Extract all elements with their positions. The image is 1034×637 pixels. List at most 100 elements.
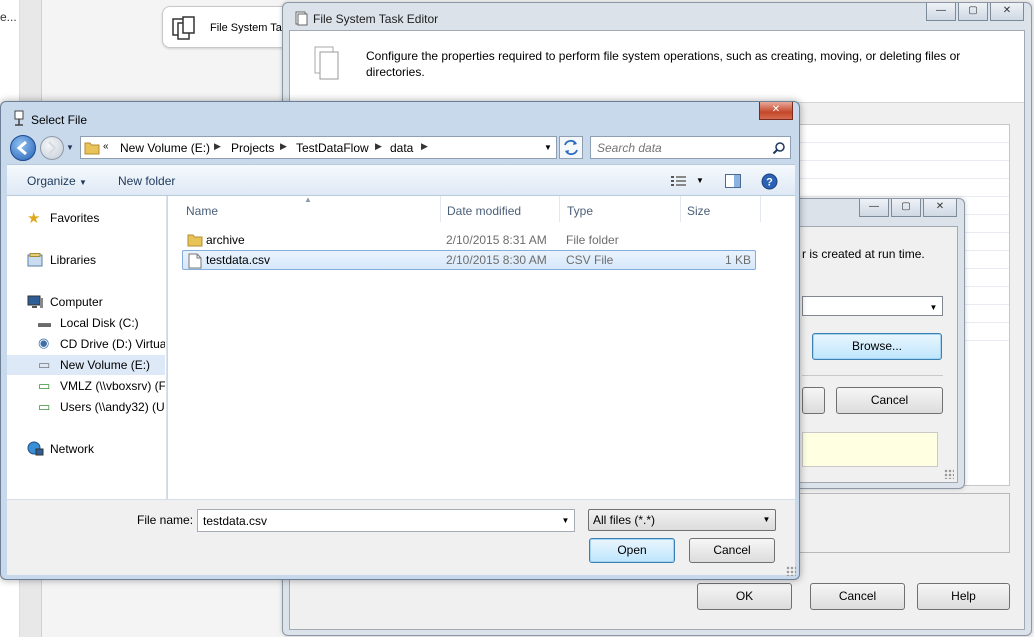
breadcrumb-chevron-icon[interactable]: ▶ — [421, 141, 428, 152]
nav-item-drive[interactable]: ▭ Users (\\andy32) (U: — [7, 397, 165, 417]
chevron-down-icon: ▼ — [79, 178, 87, 187]
star-icon: ★ — [27, 210, 41, 227]
open-button[interactable]: Open — [589, 538, 675, 563]
file-system-task-icon — [172, 16, 195, 40]
property-description-box — [792, 493, 1010, 553]
nav-label: Network — [50, 442, 95, 456]
resize-grip[interactable] — [944, 469, 954, 479]
new-folder-button[interactable]: New folder — [118, 174, 175, 188]
view-options-chevron-icon[interactable]: ▼ — [696, 176, 704, 185]
file-name-label: File name: — [137, 513, 194, 527]
file-row-selected[interactable]: testdata.csv 2/10/2015 8:30 AM CSV File … — [182, 250, 756, 270]
sub-minimize-button[interactable]: — — [859, 199, 889, 217]
help-button[interactable]: Help — [917, 583, 1010, 610]
column-divider[interactable] — [680, 196, 681, 222]
file-name-combobox[interactable]: ▼ — [197, 509, 575, 532]
maximize-button[interactable]: ▢ — [958, 3, 988, 21]
column-header-name[interactable]: Name — [186, 204, 218, 218]
chevron-down-icon: ▼ — [762, 515, 771, 524]
view-list-icon[interactable] — [671, 175, 687, 187]
search-input[interactable] — [595, 139, 765, 156]
file-icon — [188, 253, 202, 269]
usage-type-select[interactable]: ▼ — [802, 296, 943, 316]
search-box[interactable] — [590, 136, 791, 159]
nav-item-computer[interactable]: Computer — [7, 292, 165, 312]
network-drive-icon: ▭ — [38, 399, 51, 414]
refresh-icon — [564, 139, 578, 156]
ok-button[interactable]: OK — [697, 583, 792, 610]
file-date: 2/10/2015 8:31 AM — [446, 233, 547, 247]
nav-label: VMLZ (\\vboxsrv) (F: — [60, 379, 165, 393]
file-name-input[interactable] — [201, 512, 551, 529]
column-divider[interactable] — [559, 196, 560, 222]
file-type-filter-select[interactable]: All files (*.*) ▼ — [588, 509, 776, 531]
nav-item-favorites[interactable]: ★ Favorites — [7, 208, 165, 228]
editor-window-icon — [295, 11, 308, 26]
organize-button[interactable]: Organize ▼ — [27, 174, 87, 188]
editor-header: Configure the properties required to per… — [290, 31, 1024, 103]
search-icon[interactable] — [772, 141, 786, 155]
network-icon — [27, 441, 44, 456]
nav-item-network[interactable]: Network — [7, 439, 165, 459]
select-file-title: Select File — [31, 113, 88, 127]
ok-button-partial[interactable] — [802, 387, 825, 414]
file-type: File folder — [566, 233, 619, 247]
organize-label: Organize — [27, 174, 76, 188]
nav-item-drive[interactable]: ▭ VMLZ (\\vboxsrv) (F: — [7, 376, 165, 396]
breadcrumb-chevron-icon[interactable]: ▶ — [214, 141, 221, 152]
refresh-button[interactable] — [559, 136, 583, 159]
nav-item-libraries[interactable]: Libraries — [7, 250, 165, 270]
file-list: ▲ Name Date modified Type Size archive 2… — [168, 195, 795, 499]
sub-maximize-button[interactable]: ▢ — [891, 199, 921, 217]
close-button[interactable]: ✕ — [990, 3, 1024, 21]
sub-cancel-button[interactable]: Cancel — [836, 387, 943, 414]
chevron-down-icon[interactable]: ▼ — [557, 510, 574, 531]
minimize-button[interactable]: — — [926, 3, 956, 21]
forward-button[interactable] — [40, 136, 64, 160]
nav-item-drive[interactable]: ▬ Local Disk (C:) — [7, 313, 165, 333]
resize-grip[interactable] — [786, 566, 796, 576]
breadcrumb-item-data[interactable]: data — [390, 141, 413, 155]
column-header-type[interactable]: Type — [567, 204, 593, 218]
file-date: 2/10/2015 8:30 AM — [446, 253, 547, 267]
cancel-button[interactable]: Cancel — [689, 538, 775, 563]
cd-drive-icon: ◉ — [38, 335, 50, 350]
browse-button[interactable]: Browse... — [812, 333, 942, 360]
column-header-date[interactable]: Date modified — [447, 204, 521, 218]
cancel-button[interactable]: Cancel — [810, 583, 905, 610]
column-divider[interactable] — [440, 196, 441, 222]
nav-label: Favorites — [50, 211, 100, 225]
nav-label: Computer — [50, 295, 103, 309]
file-name: archive — [206, 233, 245, 247]
nav-label: Local Disk (C:) — [60, 316, 139, 330]
separator — [802, 375, 943, 376]
breadcrumb-item-projects[interactable]: Projects — [231, 141, 274, 155]
sub-close-button[interactable]: ✕ — [923, 199, 957, 217]
address-bar[interactable]: « New Volume (E:) ▶ Projects ▶ TestDataF… — [80, 136, 557, 159]
column-header-size[interactable]: Size — [687, 204, 710, 218]
breadcrumb-item-testdataflow[interactable]: TestDataFlow — [296, 141, 369, 155]
file-system-icon — [314, 46, 339, 80]
nav-item-drive[interactable]: ◉ CD Drive (D:) Virtual — [7, 334, 165, 354]
back-button[interactable] — [10, 135, 36, 161]
column-divider[interactable] — [760, 196, 761, 222]
toolbox-truncated-label: e... — [0, 10, 17, 24]
file-name: testdata.csv — [206, 253, 271, 267]
file-type-filter-value: All files (*.*) — [593, 513, 656, 527]
address-dropdown-icon[interactable]: ▼ — [540, 137, 556, 158]
nav-item-drive-selected[interactable]: ▭ New Volume (E:) — [7, 355, 165, 375]
breadcrumb-item-volume[interactable]: New Volume (E:) — [120, 141, 210, 155]
file-row[interactable]: archive 2/10/2015 8:31 AM File folder — [182, 230, 756, 250]
file-type: CSV File — [566, 253, 614, 267]
close-button[interactable]: ✕ — [759, 102, 793, 120]
usage-hint-text: r is created at run time. — [802, 247, 925, 261]
breadcrumb-overflow[interactable]: « — [103, 141, 109, 152]
breadcrumb-chevron-icon[interactable]: ▶ — [280, 141, 287, 152]
preview-pane-icon[interactable] — [725, 174, 741, 188]
task-label: File System Tas — [210, 22, 288, 34]
recent-locations-chevron-icon[interactable]: ▼ — [66, 143, 74, 152]
breadcrumb-chevron-icon[interactable]: ▶ — [375, 141, 382, 152]
navigation-pane: ★ Favorites Libraries Computer ▬ Local D… — [7, 196, 167, 499]
nav-label: Libraries — [50, 253, 97, 267]
help-icon[interactable]: ? — [761, 173, 778, 190]
